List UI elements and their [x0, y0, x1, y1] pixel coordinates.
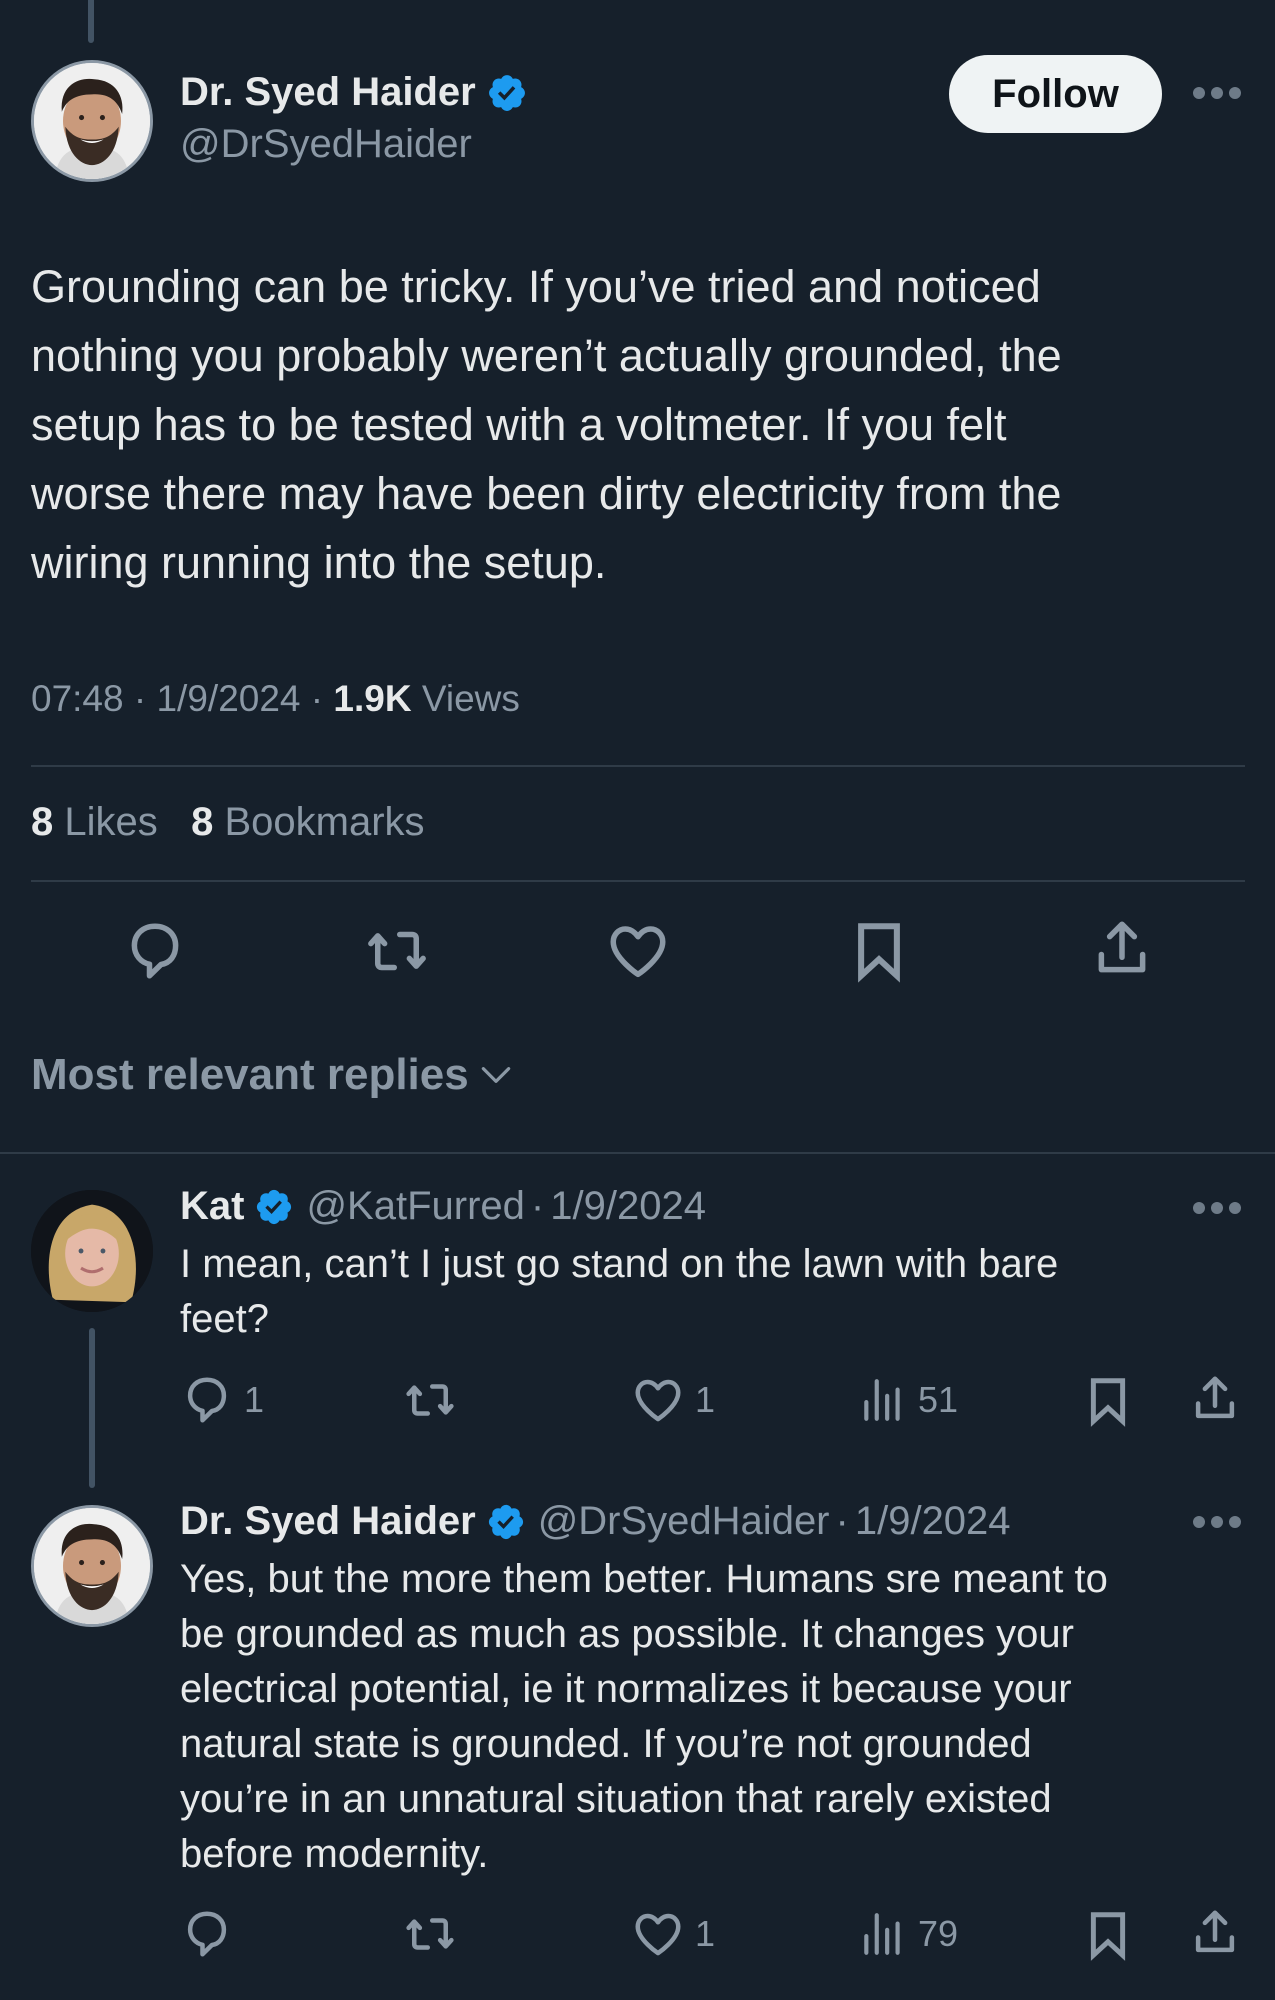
man-avatar-icon: [34, 63, 150, 179]
divider: [0, 1152, 1275, 1154]
reply-button[interactable]: [122, 918, 188, 984]
likes-label: Likes: [64, 800, 158, 844]
author-name[interactable]: Dr. Syed Haider: [180, 70, 476, 115]
more-horizontal-icon-dot: [1193, 1516, 1205, 1528]
reply-button[interactable]: 1: [180, 1373, 264, 1427]
like-button[interactable]: 1: [631, 1373, 715, 1427]
reply-date[interactable]: 1/9/2024: [550, 1184, 706, 1229]
views-count: 1.9K: [333, 678, 412, 719]
share-button[interactable]: [1188, 1905, 1242, 1961]
bookmark-icon: [1081, 1907, 1135, 1963]
likes-count: 8: [31, 800, 54, 844]
repost-button[interactable]: [401, 1373, 459, 1427]
reply-button[interactable]: [180, 1907, 244, 1961]
more-horizontal-icon-dot: [1211, 87, 1223, 99]
reply-author-handle[interactable]: @KatFurred: [306, 1184, 524, 1229]
repost-icon: [362, 918, 432, 984]
tweet-meta: 07:48 · 1/9/2024 · 1.9K Views: [31, 678, 520, 720]
more-horizontal-icon-dot: [1193, 87, 1205, 99]
divider: [31, 880, 1245, 882]
engagement-counts: 8 Likes 8 Bookmarks: [31, 800, 425, 845]
like-button[interactable]: 1: [631, 1907, 715, 1961]
reply-more-options-button[interactable]: [1193, 1202, 1241, 1214]
like-count: 1: [695, 1913, 716, 1954]
like-icon: [631, 1907, 685, 1961]
reply-header: Kat @KatFurred · 1/9/2024: [180, 1184, 706, 1229]
reply-text: Yes, but the more them better. Humans sr…: [180, 1557, 1108, 1876]
share-icon: [1188, 1905, 1242, 1961]
meta-separator: ·: [133, 678, 147, 719]
share-icon: [1188, 1371, 1242, 1427]
author-name-row[interactable]: Dr. Syed Haider: [180, 70, 528, 115]
reply-icon: [180, 1907, 234, 1961]
more-horizontal-icon-dot: [1211, 1202, 1223, 1214]
verified-badge-icon[interactable]: [486, 1502, 526, 1542]
reply-author-name[interactable]: Dr. Syed Haider: [180, 1499, 476, 1544]
meta-separator: ·: [835, 1499, 849, 1543]
like-icon: [605, 918, 671, 984]
follow-button[interactable]: Follow: [949, 55, 1162, 133]
reply-text: I mean, can’t I just go stand on the law…: [180, 1242, 1059, 1341]
chevron-down-icon: [477, 1056, 515, 1094]
reply-more-options-button[interactable]: [1193, 1516, 1241, 1528]
more-horizontal-icon-dot: [1229, 1202, 1241, 1214]
bookmarks-label: Bookmarks: [224, 800, 425, 844]
repost-icon: [401, 1907, 459, 1961]
repost-button[interactable]: [401, 1907, 459, 1961]
bookmarks-count: 8: [191, 800, 214, 844]
reply-avatar[interactable]: [31, 1505, 153, 1627]
more-options-button[interactable]: [1193, 87, 1241, 99]
repost-icon: [401, 1373, 459, 1427]
like-count: 1: [695, 1379, 716, 1420]
likes-link[interactable]: 8 Likes: [31, 800, 169, 844]
replies-sort-label: Most relevant replies: [31, 1050, 469, 1099]
bookmarks-link[interactable]: 8 Bookmarks: [191, 800, 424, 844]
bookmark-icon: [1081, 1373, 1135, 1429]
reply-icon: [122, 918, 188, 984]
views-icon: [858, 1907, 908, 1961]
tweet-date[interactable]: 1/9/2024: [156, 678, 300, 719]
bookmark-button[interactable]: [846, 918, 912, 984]
more-horizontal-icon-dot: [1193, 1202, 1205, 1214]
author-avatar[interactable]: [31, 60, 153, 182]
reply-count: 1: [244, 1379, 265, 1420]
reply-header: Dr. Syed Haider @DrSyedHaider · 1/9/2024: [180, 1499, 1011, 1544]
share-icon: [1089, 916, 1155, 982]
bookmark-button[interactable]: [1081, 1373, 1135, 1429]
tweet-text: Grounding can be tricky. If you’ve tried…: [31, 261, 1062, 588]
reply-author-handle[interactable]: @DrSyedHaider: [538, 1499, 830, 1544]
man-avatar-icon: [34, 1508, 150, 1624]
verified-badge-icon[interactable]: [254, 1187, 294, 1227]
bookmark-button[interactable]: [1081, 1907, 1135, 1963]
share-button[interactable]: [1089, 916, 1155, 982]
more-horizontal-icon-dot: [1211, 1516, 1223, 1528]
view-count: 79: [918, 1913, 959, 1954]
thread-connector: [89, 1328, 95, 1488]
views-label: Views: [421, 678, 520, 719]
like-button[interactable]: [605, 918, 671, 984]
tweet-time[interactable]: 07:48: [31, 678, 124, 719]
like-icon: [631, 1373, 685, 1427]
meta-separator: ·: [310, 678, 324, 719]
reply-date[interactable]: 1/9/2024: [855, 1499, 1011, 1544]
reply-avatar[interactable]: [31, 1190, 153, 1312]
bookmark-icon: [846, 918, 912, 984]
view-count: 51: [918, 1379, 959, 1420]
share-button[interactable]: [1188, 1371, 1242, 1427]
replies-sort-dropdown[interactable]: Most relevant replies: [31, 1050, 515, 1100]
repost-button[interactable]: [362, 918, 432, 984]
views-icon: [858, 1373, 908, 1427]
views-button[interactable]: 79: [858, 1907, 958, 1961]
woman-avatar-icon: [31, 1190, 153, 1312]
more-horizontal-icon-dot: [1229, 87, 1241, 99]
more-horizontal-icon-dot: [1229, 1516, 1241, 1528]
author-handle[interactable]: @DrSyedHaider: [180, 122, 472, 167]
views-button[interactable]: 51: [858, 1373, 958, 1427]
thread-connector-top: [88, 0, 94, 43]
reply-author-name[interactable]: Kat: [180, 1184, 244, 1229]
reply-icon: [180, 1373, 234, 1427]
divider: [31, 765, 1245, 767]
verified-badge-icon[interactable]: [486, 72, 528, 114]
meta-separator: ·: [530, 1184, 545, 1228]
